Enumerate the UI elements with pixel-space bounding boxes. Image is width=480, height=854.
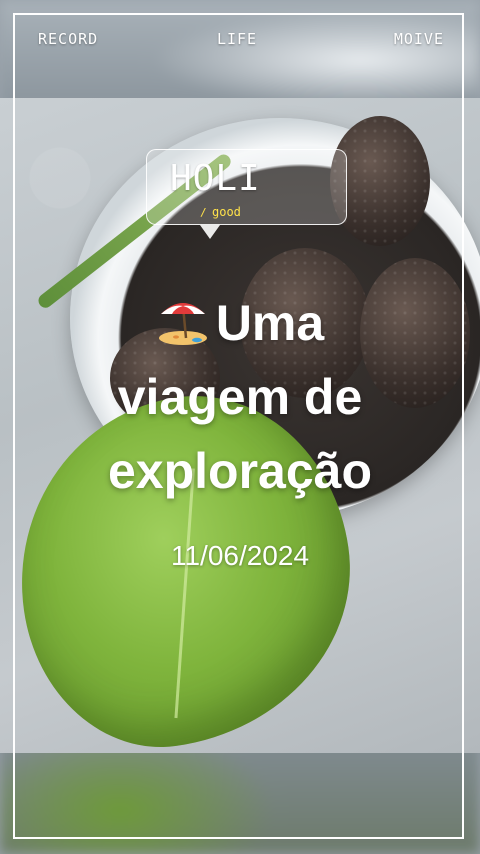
date-label: 11/06/2024 bbox=[170, 540, 310, 571]
story-canvas: RECORD LIFE MOIVE HOLI / good Uma viagem… bbox=[0, 0, 480, 854]
bubble-subtitle: good bbox=[212, 205, 241, 219]
bubble-slash: / bbox=[200, 206, 207, 219]
header-movie-label: MOIVE bbox=[393, 30, 444, 48]
title-line-1-text: Uma bbox=[215, 295, 325, 351]
title-line-3: exploração bbox=[107, 443, 372, 499]
beach-umbrella-icon bbox=[156, 292, 210, 346]
title-line-1: Uma bbox=[40, 292, 440, 348]
bubble-title: HOLI bbox=[170, 158, 261, 199]
speech-bubble-tail bbox=[200, 225, 220, 239]
title-line-2: viagem de bbox=[117, 369, 363, 425]
